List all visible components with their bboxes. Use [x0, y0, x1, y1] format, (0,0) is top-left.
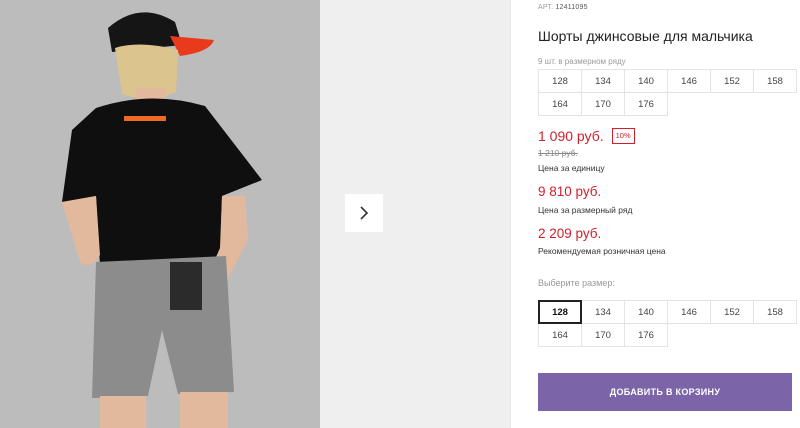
- size-row-cell: 140: [624, 69, 668, 93]
- size-row-cell: 164: [538, 92, 582, 116]
- product-title: Шорты джинсовые для мальчика: [538, 28, 753, 44]
- size-row-grid: 128 134 140 146 152 158 164 170 176: [538, 69, 797, 116]
- size-option[interactable]: 158: [753, 300, 797, 324]
- size-row-cell: 170: [581, 92, 625, 116]
- add-to-cart-button[interactable]: ДОБАВИТЬ В КОРЗИНУ: [538, 373, 792, 411]
- size-option[interactable]: 134: [581, 300, 625, 324]
- size-selector: 128 134 140 146 152 158 164 170 176: [538, 300, 797, 347]
- retail-price: 2 209 руб.: [538, 226, 602, 241]
- unit-price-row: 1 090 руб. 10%: [538, 128, 635, 144]
- chevron-right-icon: [360, 206, 369, 220]
- row-price-label: Цена за размерный ряд: [538, 205, 633, 215]
- sku-number: 12411095: [555, 4, 588, 11]
- product-photo[interactable]: [0, 0, 320, 428]
- size-row-cell: 176: [624, 92, 668, 116]
- model-illustration: [0, 0, 320, 428]
- size-option[interactable]: 140: [624, 300, 668, 324]
- size-row-count: 9 шт. в размерном ряду: [538, 57, 626, 66]
- size-row-cell: 146: [667, 69, 711, 93]
- discount-badge: 10%: [611, 128, 635, 144]
- old-price: 1 210 руб.: [538, 148, 578, 158]
- size-option[interactable]: 146: [667, 300, 711, 324]
- size-select-label: Выберите размер:: [538, 278, 615, 288]
- size-row-cell: 128: [538, 69, 582, 93]
- size-option[interactable]: 170: [581, 323, 625, 347]
- sku-label: АРТ.: [538, 4, 554, 11]
- size-row-cell: 152: [710, 69, 754, 93]
- sku-line: АРТ. 12411095: [538, 4, 588, 11]
- row-price: 9 810 руб.: [538, 184, 602, 199]
- size-option-selected[interactable]: 128: [538, 300, 582, 324]
- size-option[interactable]: 176: [624, 323, 668, 347]
- unit-price: 1 090 руб.: [538, 128, 604, 144]
- size-row-cell: 158: [753, 69, 797, 93]
- product-gallery: [0, 0, 510, 428]
- size-row-cell: 134: [581, 69, 625, 93]
- panel-divider: [510, 0, 511, 428]
- next-image-button[interactable]: [345, 194, 383, 232]
- size-option[interactable]: 164: [538, 323, 582, 347]
- size-option[interactable]: 152: [710, 300, 754, 324]
- retail-price-label: Рекомендуемая розничная цена: [538, 246, 666, 256]
- unit-price-label: Цена за единицу: [538, 163, 605, 173]
